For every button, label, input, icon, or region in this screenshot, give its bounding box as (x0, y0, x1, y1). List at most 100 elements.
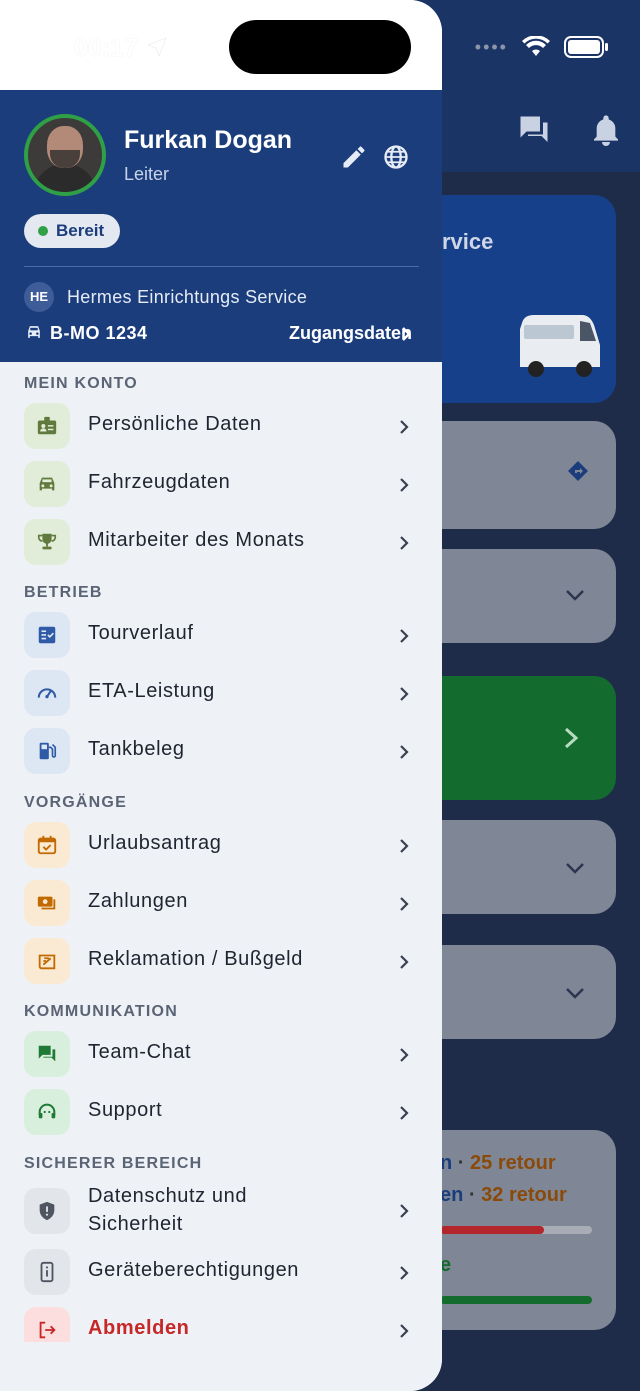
chevron-right-icon (400, 687, 409, 701)
signal-icon: •••• (474, 36, 508, 57)
section-title-secure-area: SICHERER BEREICH (24, 1155, 203, 1172)
section-title-processes: VORGÄNGE (24, 794, 127, 811)
menu-item-label: Persönliche Daten (88, 413, 262, 435)
license-plate: B-MO 1234 (50, 323, 148, 343)
background-hero-text: rvice (442, 229, 494, 254)
menu-item-label: Geräteberechtigungen (88, 1259, 300, 1281)
menu-item-payments[interactable]: Zahlungen (0, 875, 442, 933)
menu-item-label: Support (88, 1099, 163, 1121)
dynamic-island (229, 20, 411, 74)
car-icon (24, 461, 70, 507)
background-green-card (420, 676, 616, 800)
cash-icon (24, 880, 70, 926)
status-dot (38, 226, 48, 236)
menu-item-personal-data[interactable]: Persönliche Daten (0, 398, 442, 456)
menu-item-label: ETA-Leistung (88, 680, 215, 702)
section-title-account: MEIN KONTO (24, 375, 138, 392)
profile-header: Furkan Dogan Leiter Bereit HE Hermes Ein… (0, 90, 442, 362)
status-badge[interactable]: Bereit (24, 214, 121, 248)
chat-icon[interactable] (516, 112, 552, 148)
location-arrow-icon (147, 37, 167, 57)
menu-item-eta-performance[interactable]: ETA-Leistung (0, 665, 442, 723)
status-bar: 00:17 (0, 0, 442, 90)
chevron-right-icon (400, 1048, 409, 1062)
menu-item-label: Zahlungen (88, 890, 188, 912)
checklist-icon (24, 612, 70, 658)
system-status-icons: •••• (475, 36, 610, 58)
menu-item-label: Mitarbeiter des Monats (88, 529, 305, 551)
bell-icon[interactable] (590, 112, 622, 148)
directions-icon (568, 461, 588, 481)
chevron-right-icon (402, 327, 411, 341)
globe-icon[interactable] (382, 143, 410, 171)
scroll-fade (0, 1342, 442, 1391)
car-icon (28, 326, 40, 338)
company-name: Hermes Einrichtungs Service (67, 287, 308, 307)
wifi-icon (522, 36, 550, 56)
menu-item-label: Abmelden (88, 1317, 190, 1339)
speedometer-icon (24, 670, 70, 716)
chevron-right-icon (400, 955, 409, 969)
menu-item-fuel-receipt[interactable]: Tankbeleg (0, 723, 442, 781)
user-role: Leiter (124, 164, 170, 184)
menu-item-vehicle-data[interactable]: Fahrzeugdaten (0, 456, 442, 514)
menu-item-label: Urlaubsantrag (88, 832, 222, 854)
chevron-right-icon (564, 727, 579, 749)
divider (24, 266, 419, 267)
background-card (420, 549, 616, 643)
menu-item-team-chat[interactable]: Team-Chat (0, 1026, 442, 1084)
chevron-right-icon (400, 1106, 409, 1120)
menu-item-label: Reklamation / Bußgeld (88, 948, 303, 970)
company-badge: HE (24, 282, 54, 312)
chevron-right-icon (400, 1324, 409, 1338)
chevron-right-icon (400, 629, 409, 643)
section-title-operation: BETRIEB (24, 584, 103, 601)
calendar-check-icon (24, 822, 70, 868)
chevron-right-icon (400, 897, 409, 911)
background-card (420, 945, 616, 1039)
access-data-label: Zugangsdaten (288, 323, 412, 343)
chevron-right-icon (400, 420, 409, 434)
background-hero-card: rvice (420, 195, 616, 403)
menu-item-employee-of-month[interactable]: Mitarbeiter des Monats (0, 514, 442, 572)
chevron-right-icon (400, 1266, 409, 1280)
menu-item-label: Team-Chat (88, 1041, 192, 1063)
background-card (420, 820, 616, 914)
phone-info-icon (24, 1249, 70, 1295)
menu-item-privacy-security[interactable]: Datenschutz und Sicherheit (0, 1182, 442, 1240)
background-stats-card: n · 25 retour en · 32 retour e (420, 1130, 616, 1330)
progress-bar-green (440, 1296, 592, 1304)
menu-item-support[interactable]: Support (0, 1084, 442, 1142)
chevron-right-icon (400, 1204, 409, 1218)
status-label: Bereit (56, 221, 105, 240)
chat-icon (24, 1031, 70, 1077)
id-badge-icon (24, 403, 70, 449)
fuel-pump-icon (24, 728, 70, 774)
menu-item-complaint-fine[interactable]: Reklamation / Bußgeld (0, 933, 442, 991)
menu-item-device-permissions[interactable]: Geräteberechtigungen (0, 1244, 442, 1302)
background-card (420, 421, 616, 529)
progress-bar-red (440, 1226, 544, 1234)
stat-line: n · 25 retour (440, 1152, 556, 1174)
menu-item-label: Tankbeleg (88, 738, 185, 760)
menu-item-label: Fahrzeugdaten (88, 471, 231, 493)
chevron-right-icon (400, 745, 409, 759)
access-data-link[interactable]: Zugangsdaten (289, 323, 412, 344)
section-title-communication: KOMMUNIKATION (24, 1003, 178, 1020)
document-fine-icon (24, 938, 70, 984)
stat-line: en · 32 retour (440, 1184, 567, 1206)
edit-icon[interactable] (340, 143, 368, 171)
menu-item-vacation-request[interactable]: Urlaubsantrag (0, 817, 442, 875)
chevron-right-icon (400, 536, 409, 550)
clock: 00:17 (74, 34, 138, 62)
chevron-down-icon (566, 863, 584, 874)
avatar[interactable] (24, 114, 106, 196)
chevron-down-icon (566, 988, 584, 999)
van-image (520, 315, 600, 377)
chevron-right-icon (400, 839, 409, 853)
user-name: Furkan Dogan (124, 126, 293, 154)
battery-icon (564, 36, 608, 58)
menu-item-label: Tourverlauf (88, 622, 194, 644)
chevron-down-icon (566, 590, 584, 601)
menu-item-tour-history[interactable]: Tourverlauf (0, 607, 442, 665)
